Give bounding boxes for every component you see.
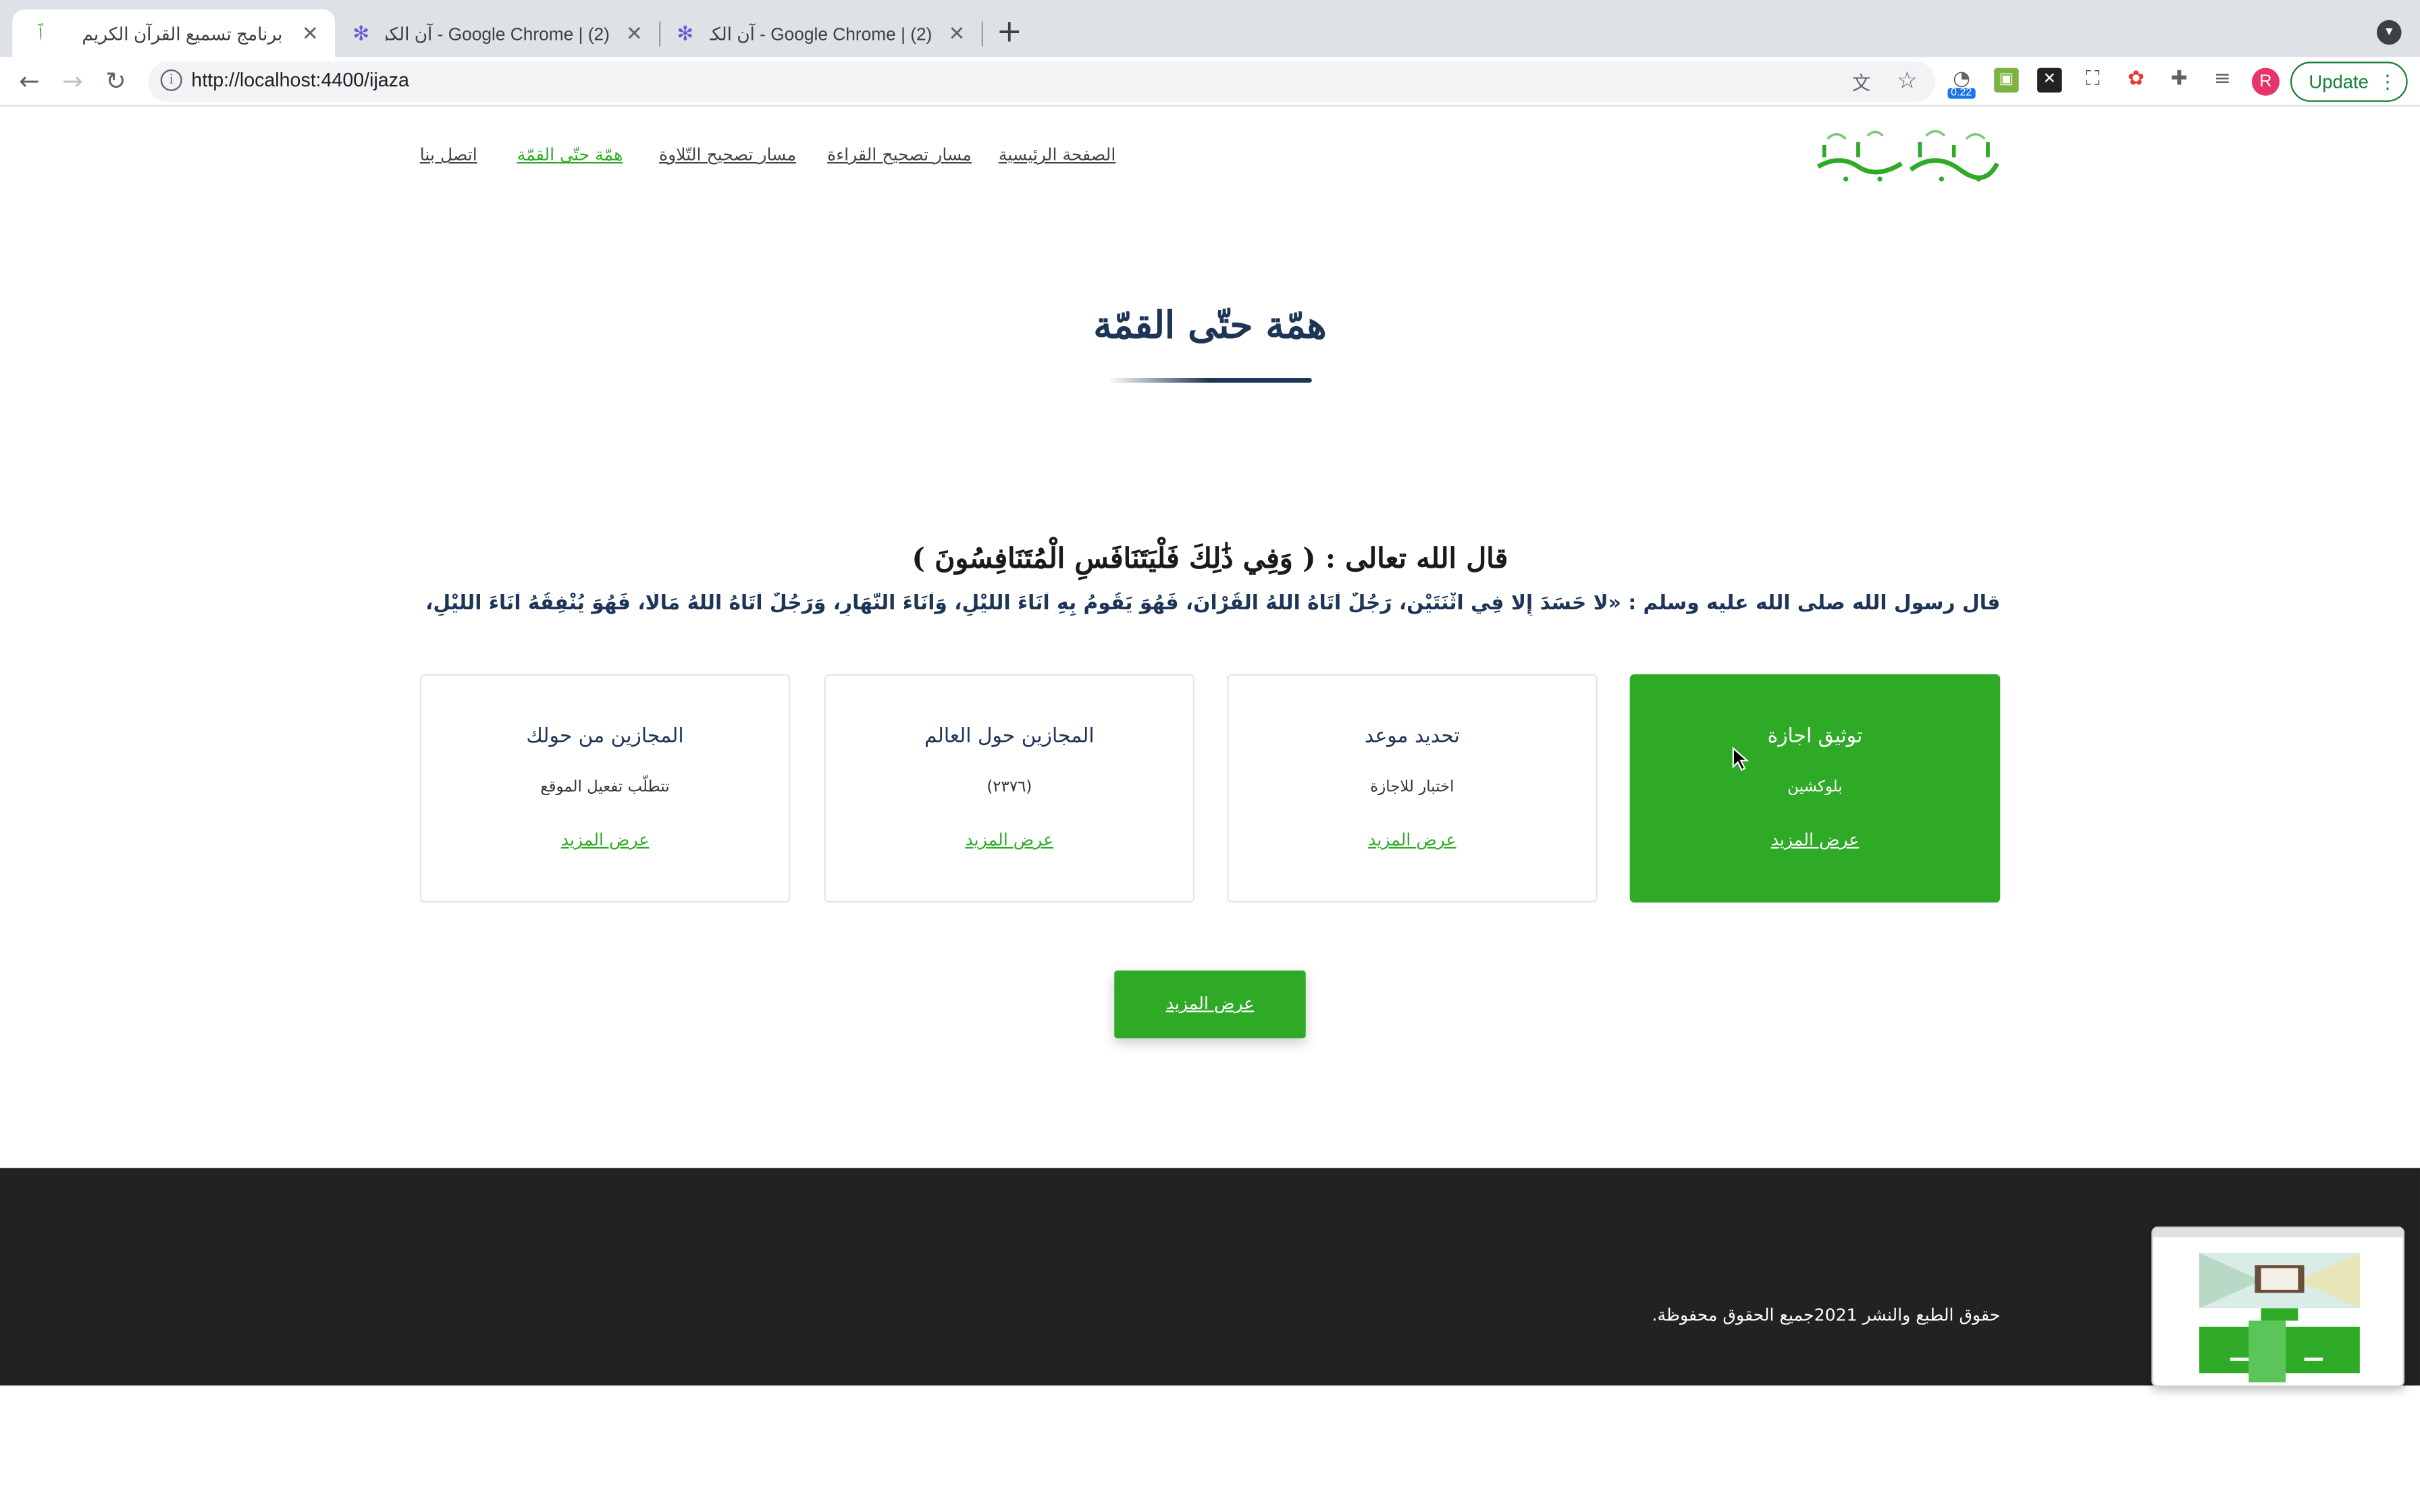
screenshot-thumbnail[interactable] <box>2151 1226 2405 1387</box>
browser-tab[interactable]: ✻ (2) | Google Chrome - آن الكريم ✕ <box>336 9 659 57</box>
page-title: همّة حتّى القمّة <box>1093 302 1327 348</box>
browser-tab[interactable]: ✻ (2) | Google Chrome - آن الكريم ✕ <box>660 9 981 57</box>
card-more-link[interactable]: عرض المزيد <box>421 830 789 850</box>
card-subtitle: بلوكشين <box>1787 779 1843 796</box>
flower-icon: ✻ <box>352 20 370 45</box>
new-tab-plus-icon[interactable]: + <box>995 16 1023 47</box>
bookmark-star-icon[interactable]: ☆ <box>1897 66 1918 94</box>
footer-copyright: حقوق الطبع والنشر 2021جميع الحقوق محفوظة… <box>1652 1305 2001 1326</box>
quran-logo-icon: ﭐ <box>37 20 43 45</box>
tab-title: برنامج تسميع القرآن الكريم <box>82 25 283 45</box>
browser-tab-strip: ﭐ برنامج تسميع القرآن الكريم ✕ ✻ (2) | G… <box>0 0 2420 57</box>
show-more-button[interactable]: عرض المزيد <box>1114 970 1306 1039</box>
address-bar[interactable]: i http://localhost:4400/ijaza 文 ☆ <box>148 61 1936 102</box>
nav-reading-path[interactable]: مسار تصحيح القراءة <box>827 145 972 165</box>
flower-icon: ✻ <box>677 20 694 45</box>
site-info-icon[interactable]: i <box>160 69 182 91</box>
extension-badge: 0.22 <box>1947 88 1975 99</box>
update-button[interactable]: Update ⋮ <box>2290 61 2408 102</box>
url-text[interactable]: http://localhost:4400/ijaza <box>191 70 409 91</box>
nav-home[interactable]: الصفحة الرئيسية <box>999 145 1115 165</box>
update-label: Update <box>2309 71 2369 93</box>
tab-separator <box>981 21 983 47</box>
card-more-link[interactable]: عرض المزيد <box>1631 830 1999 850</box>
media-queue-icon[interactable]: ≡ <box>2210 68 2235 93</box>
reload-icon[interactable]: ↻ <box>101 66 132 97</box>
close-tab-icon[interactable]: ✕ <box>622 21 647 46</box>
card-title: المجازين من حولك <box>526 725 684 749</box>
browser-toolbar: ← → ↻ i http://localhost:4400/ijaza 文 ☆ … <box>0 57 2420 107</box>
card-subtitle: (٢٣٧٦) <box>987 779 1032 796</box>
card-more-link[interactable]: عرض المزيد <box>826 830 1193 850</box>
card-certified-worldwide[interactable]: المجازين حول العالم (٢٣٧٦) عرض المزيد <box>824 674 1195 903</box>
site-footer: حقوق الطبع والنشر 2021جميع الحقوق محفوظة… <box>0 1168 2420 1386</box>
card-title: تحديد موعد <box>1364 725 1460 749</box>
mouse-cursor-icon <box>1732 747 1750 772</box>
site-header: الصفحة الرئيسية مسار تصحيح القراءة مسار … <box>0 108 2420 216</box>
tab-title: (2) | Google Chrome - آن الكريم <box>710 25 932 45</box>
card-title: المجازين حول العالم <box>924 725 1095 749</box>
tab-title: (2) | Google Chrome - آن الكريم <box>386 25 610 45</box>
quran-verse: قال الله تعالى : ( وَفِي ذَٰلِكَ فَلْيَت… <box>912 543 1508 576</box>
hadith-quote: قال رسول الله صلّى الله عليه وسلّم : «لَ… <box>419 592 2001 616</box>
close-tab-icon[interactable]: ✕ <box>298 21 323 46</box>
extensions-puzzle-icon[interactable]: ✚ <box>2167 68 2192 93</box>
color-wheel-icon[interactable]: ✿ <box>2124 68 2149 93</box>
title-underline <box>1108 377 1312 383</box>
extension-x-icon[interactable]: ✕ <box>2037 68 2062 93</box>
card-more-link[interactable]: عرض المزيد <box>1228 830 1596 850</box>
profile-avatar[interactable]: R <box>2251 68 2280 96</box>
browser-tab-active[interactable]: ﭐ برنامج تسميع القرآن الكريم ✕ <box>12 9 335 57</box>
card-ijaza-documentation[interactable]: توثيق اجازة بلوكشين عرض المزيد <box>1629 674 2001 903</box>
close-tab-icon[interactable]: ✕ <box>945 21 970 46</box>
thumbnail-preview-image <box>2153 1228 2403 1382</box>
card-schedule-appointment[interactable]: تحديد موعد اختبار للاجازة عرض المزيد <box>1227 674 1598 903</box>
card-subtitle: اختبار للاجازة <box>1370 779 1454 796</box>
translate-icon[interactable]: 文 <box>1852 70 1870 96</box>
card-subtitle: تتطلّب تفعيل الموقع <box>540 779 670 796</box>
nav-himma[interactable]: همّة حتّى القمّة <box>517 145 623 165</box>
tab-search-chevron-icon[interactable]: ▾ <box>2376 20 2402 45</box>
site-logo[interactable] <box>1812 124 2000 185</box>
forward-arrow-icon[interactable]: → <box>57 66 88 97</box>
card-title: توثيق اجازة <box>1767 725 1863 749</box>
extension-green-icon[interactable]: ▣ <box>1994 68 2019 93</box>
menu-dots-icon: ⋮ <box>2378 71 2397 93</box>
screenshot-frame-icon[interactable]: ⛶ <box>2080 68 2105 93</box>
nav-contact[interactable]: اتصل بنا <box>420 145 477 165</box>
card-certified-nearby[interactable]: المجازين من حولك تتطلّب تفعيل الموقع عرض… <box>419 674 791 903</box>
nav-recitation-path[interactable]: مسار تصحيح التّلاوة <box>659 145 796 165</box>
back-arrow-icon[interactable]: ← <box>14 66 45 97</box>
